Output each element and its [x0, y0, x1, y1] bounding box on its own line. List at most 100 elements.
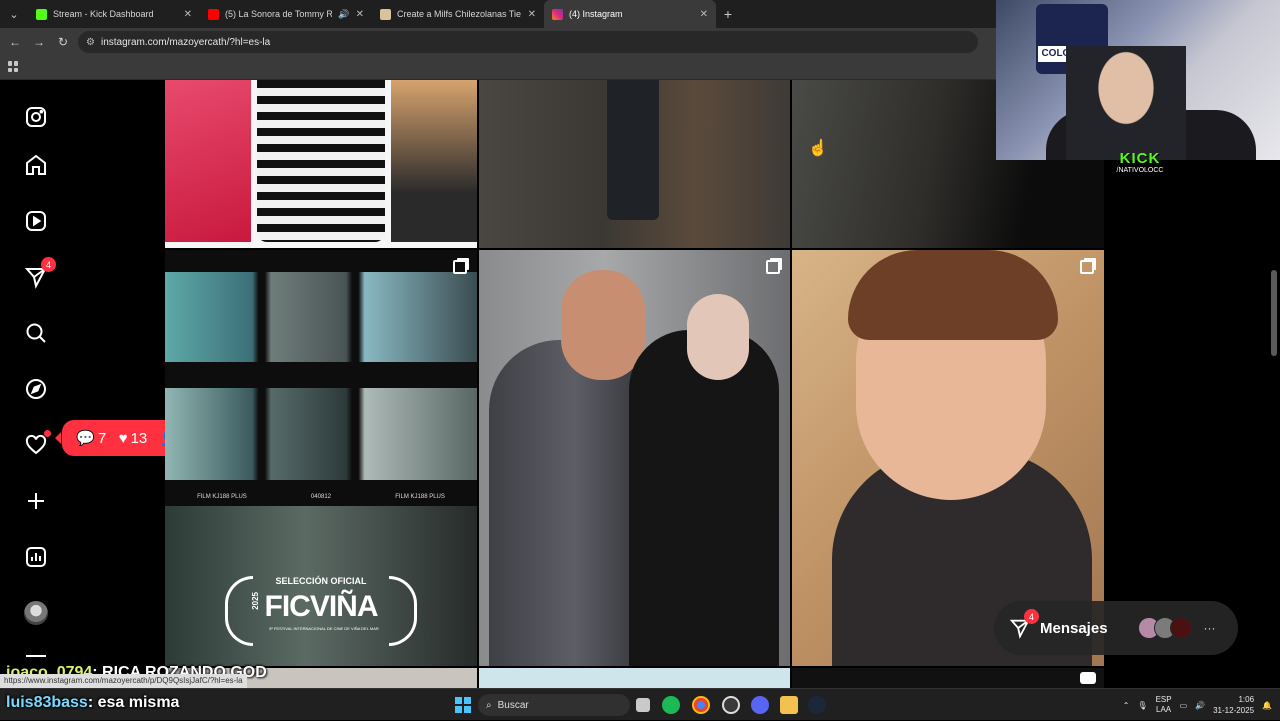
tab-instagram[interactable]: (4) Instagram ✕	[544, 0, 716, 28]
film-frames-row-1	[165, 272, 477, 362]
search-icon[interactable]	[22, 319, 50, 347]
post-tile-film-strip[interactable]: FILM KJ188 PLUS 040812 FILM KJ188 PLUS	[165, 250, 477, 506]
clock[interactable]: 1:06 31-12-2025	[1213, 694, 1254, 716]
windows-taskbar: ⌕ Buscar ⌃ 🎙 ESP LAA ▭ 🔊 1:06 31-12-2025…	[0, 688, 1280, 720]
system-tray: ⌃ 🎙 ESP LAA ▭ 🔊 1:06 31-12-2025 🔔	[1123, 689, 1272, 721]
post-tile[interactable]	[479, 80, 790, 248]
post-image-red-jacket	[165, 80, 251, 242]
url-text: instagram.com/mazoyercath/?hl=es-la	[100, 36, 271, 48]
notification-bell-icon[interactable]: 🔔	[1262, 701, 1272, 710]
create-plus-icon[interactable]	[22, 487, 50, 515]
search-placeholder: Buscar	[497, 699, 529, 711]
address-bar[interactable]: ⚙ instagram.com/mazoyercath/?hl=es-la	[78, 31, 978, 53]
search-icon: ⌕	[486, 699, 492, 711]
chevron-up-icon[interactable]: ⌃	[1123, 701, 1130, 710]
site-info-icon[interactable]: ⚙	[86, 37, 95, 48]
heart-icon: ♥	[118, 429, 128, 447]
back-arrow-icon[interactable]: ←	[6, 35, 24, 49]
close-icon[interactable]: ✕	[528, 9, 536, 20]
reload-icon[interactable]: ↻	[54, 35, 72, 49]
direct-messages-icon[interactable]: 4	[22, 257, 56, 291]
tab-title: Stream - Kick Dashboard	[53, 9, 154, 19]
tab-youtube[interactable]: (5) La Sonora de Tommy Re 🔊 ✕	[200, 0, 372, 28]
likes-value: 13	[130, 429, 148, 447]
task-view-icon[interactable]	[636, 698, 650, 712]
comment-icon: 💬	[76, 430, 95, 447]
chat-username: luis83bass	[6, 694, 88, 711]
carousel-icon	[766, 260, 780, 274]
film-caption: 040812	[310, 494, 331, 500]
dashboard-icon[interactable]	[22, 543, 50, 571]
tab-kick-dashboard[interactable]: Stream - Kick Dashboard ✕	[28, 0, 200, 28]
film-frames-row-2	[165, 388, 477, 480]
microphone-icon[interactable]: 🎙	[1137, 701, 1147, 710]
comments-count: 💬 7	[76, 429, 107, 448]
profile-avatar[interactable]	[22, 599, 50, 627]
streamer-webcam: COLO-COLO	[996, 0, 1280, 160]
clock-time: 1:06	[1238, 695, 1255, 704]
apps-grid-icon[interactable]	[8, 61, 19, 72]
post-tile-video[interactable]	[792, 668, 1104, 688]
notifications-heart-icon[interactable]	[22, 430, 51, 459]
kick-favicon-icon	[36, 8, 47, 20]
notification-dot	[44, 430, 51, 437]
tab-create[interactable]: Create a Milfs Chilezolanas Tie ✕	[372, 0, 544, 28]
post-tile-ficvina[interactable]: SELECCIÓN OFICIAL 2025 FICVIÑA 5º FESTIV…	[165, 506, 477, 666]
post-image-striped-shirt	[257, 80, 385, 242]
messages-pill[interactable]: 4 Mensajes ···	[994, 601, 1238, 655]
kick-handle-text: /NATIVOLOCC	[1116, 167, 1164, 174]
close-icon[interactable]: ✕	[356, 9, 364, 20]
post-image-woman-face	[687, 294, 749, 380]
film-captions: FILM KJ188 PLUS 040812 FILM KJ188 PLUS	[165, 494, 477, 500]
language-indicator[interactable]: ESP LAA	[1156, 695, 1172, 715]
post-tile[interactable]	[479, 668, 790, 688]
lang-code: ESP	[1155, 695, 1172, 704]
comments-value: 7	[97, 429, 107, 447]
clock-date: 31-12-2025	[1213, 706, 1255, 715]
instagram-logo-icon[interactable]	[22, 103, 50, 131]
post-image-woman-dress	[629, 330, 779, 666]
tab-search-button[interactable]: ⌄	[0, 0, 28, 28]
document-favicon-icon	[380, 8, 391, 20]
volume-icon[interactable]: 🔊	[1195, 701, 1205, 710]
more-menu-icon[interactable]	[22, 651, 50, 665]
post-tile[interactable]	[165, 80, 477, 248]
explore-compass-icon[interactable]	[22, 375, 50, 403]
festival-title: FICVIÑA	[264, 590, 379, 623]
discord-icon[interactable]	[751, 696, 769, 714]
chrome-icon[interactable]	[692, 696, 710, 714]
avatar	[24, 601, 48, 625]
spotify-icon[interactable]	[662, 696, 680, 714]
obs-icon[interactable]	[722, 696, 740, 714]
windows-start-icon[interactable]	[455, 697, 471, 713]
forward-arrow-icon[interactable]: →	[30, 35, 48, 49]
file-explorer-icon[interactable]	[780, 696, 798, 714]
kick-watermark: KICK /NATIVOLOCC	[1114, 151, 1166, 177]
steam-icon[interactable]	[808, 696, 826, 714]
youtube-favicon-icon	[208, 8, 219, 20]
post-image-blonde	[391, 80, 477, 242]
instagram-sidebar: 4	[0, 80, 165, 688]
tab-title: Create a Milfs Chilezolanas Tie	[397, 9, 522, 19]
post-image-hair	[848, 250, 1058, 340]
network-icon[interactable]: ▭	[1180, 701, 1188, 710]
post-tile-couple[interactable]	[479, 250, 790, 666]
home-icon[interactable]	[22, 151, 50, 179]
taskbar-search[interactable]: ⌕ Buscar	[478, 694, 630, 716]
tab-title: (4) Instagram	[569, 9, 623, 19]
post-image-figure	[607, 80, 659, 220]
close-icon[interactable]: ✕	[184, 9, 192, 20]
messages-badge: 4	[41, 257, 56, 272]
speaker-icon[interactable]: 🔊	[338, 9, 349, 20]
film-caption: FILM KJ188 PLUS	[395, 494, 445, 500]
more-options-icon[interactable]: ···	[1204, 621, 1216, 635]
new-tab-button[interactable]: +	[716, 6, 740, 22]
likes-count: ♥ 13	[119, 430, 148, 447]
reels-icon[interactable]	[22, 207, 50, 235]
scrollbar-thumb[interactable]	[1271, 270, 1277, 356]
chat-message: luis83bass: esa misma	[6, 694, 179, 712]
film-caption: FILM KJ188 PLUS	[197, 494, 247, 500]
link-status-url: https://www.instagram.com/mazoyercath/p/…	[0, 674, 247, 688]
close-icon[interactable]: ✕	[700, 9, 708, 20]
reel-icon	[1080, 672, 1096, 684]
